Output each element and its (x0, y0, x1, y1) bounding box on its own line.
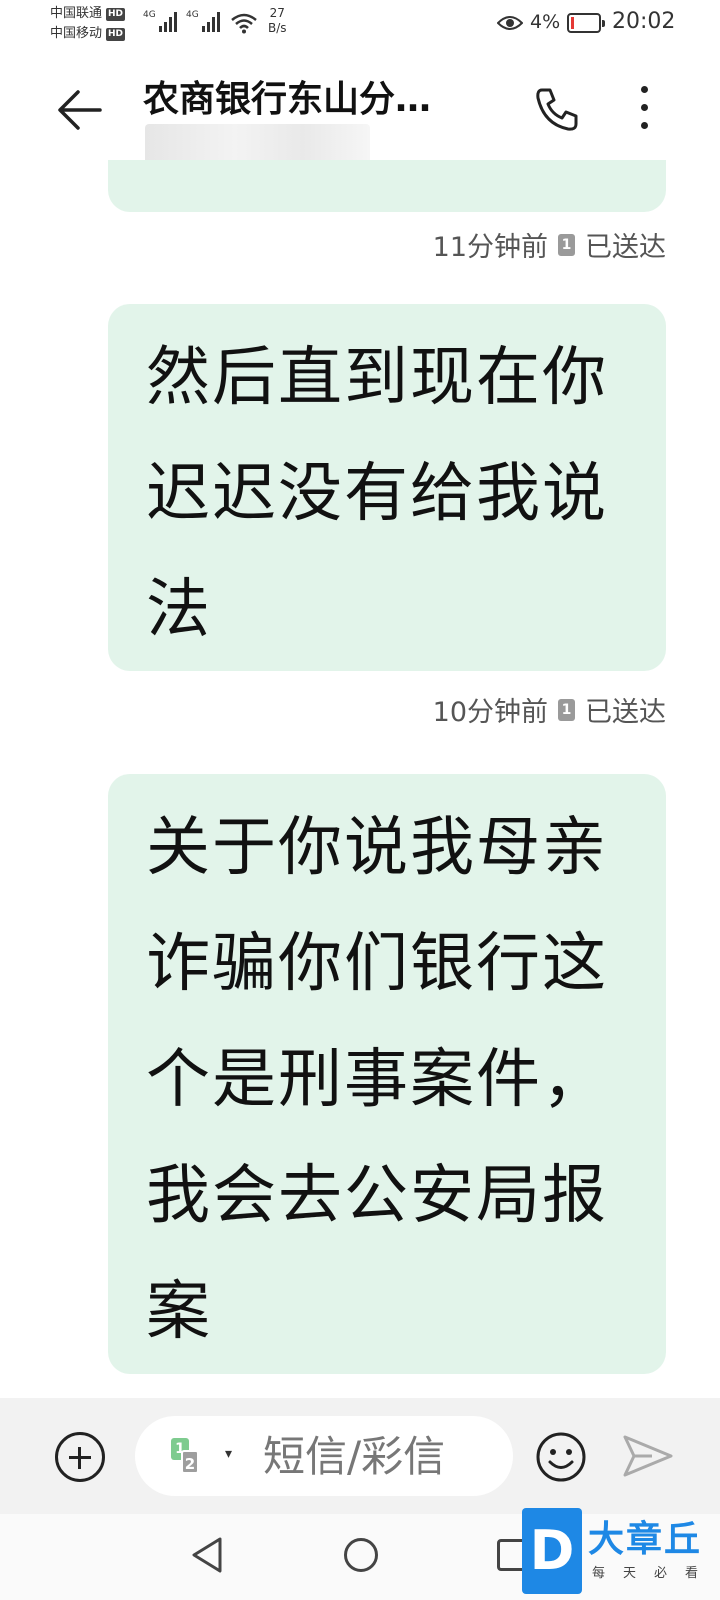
chevron-down-icon[interactable]: ▾ (225, 1446, 232, 1462)
redacted-number (145, 124, 370, 164)
eye-comfort-icon (497, 16, 523, 30)
wifi-icon (231, 13, 257, 34)
message-meta-2: 10分钟前 1 已送达 (433, 690, 666, 729)
message-bubble-3[interactable]: 关于你说我母亲诈骗你们银行这个是刑事案件，我会去公安局报案 (108, 774, 666, 1374)
status-clock: 20:02 (612, 9, 676, 34)
watermark-name: 大章丘 (588, 1519, 703, 1560)
message-input[interactable] (263, 1428, 503, 1484)
hd-badge-1: HD (106, 7, 126, 21)
signal-2-icon: 4G (186, 10, 220, 32)
battery-percent: 4% (530, 11, 561, 33)
conversation-header: 农商银行东山分… (0, 60, 720, 164)
contact-name: 农商银行东山分… (143, 79, 432, 120)
message-status-1: 已送达 (585, 232, 666, 263)
carrier-2-label: 中国移动 (50, 26, 103, 41)
message-time-2: 10分钟前 (432, 697, 548, 728)
smiley-icon[interactable] (535, 1431, 587, 1483)
nav-home-icon[interactable] (344, 1538, 378, 1572)
phone-icon[interactable] (532, 84, 582, 134)
message-text-2: 然后直到现在你迟迟没有给我说法 (146, 341, 608, 647)
more-vertical-icon[interactable] (636, 86, 652, 138)
message-status-2: 已送达 (585, 697, 666, 728)
message-list[interactable]: 11分钟前 1 已送达 然后直到现在你迟迟没有给我说法 10分钟前 1 已送达 … (0, 160, 720, 1398)
status-bar: 中国联通 HD 中国移动 HD 4G 4G 27 B/s 4% 20:02 (0, 0, 720, 48)
message-text-3: 关于你说我母亲诈骗你们银行这个是刑事案件，我会去公安局报案 (146, 811, 608, 1349)
watermark-logo-mark: D (522, 1508, 582, 1594)
carrier-info: 中国联通 HD 中国移动 HD (50, 4, 126, 44)
plus-circle-icon[interactable] (55, 1432, 105, 1482)
sim-1-icon: 1 (558, 233, 575, 256)
compose-bar: 1 2 ▾ (0, 1398, 720, 1514)
nav-back-icon[interactable] (190, 1536, 224, 1574)
message-time-1: 11分钟前 (432, 232, 548, 263)
message-bubble-2[interactable]: 然后直到现在你迟迟没有给我说法 (108, 304, 666, 671)
message-meta-1: 11分钟前 1 已送达 (433, 225, 666, 264)
sim-selector[interactable]: 1 2 (171, 1438, 211, 1476)
battery-icon (567, 13, 605, 33)
watermark-logo: D 大章丘 每天必看 (522, 1508, 720, 1600)
sim-secondary: 2 (181, 1450, 199, 1474)
send-icon[interactable] (622, 1434, 674, 1478)
hd-badge-2: HD (106, 27, 126, 41)
sim-2-icon: 1 (558, 698, 575, 721)
carrier-1-label: 中国联通 (50, 6, 103, 21)
network-speed: 27 B/s (268, 6, 287, 35)
watermark-slogan: 每天必看 (592, 1566, 717, 1581)
compose-field[interactable]: 1 2 ▾ (135, 1416, 513, 1496)
message-bubble-1[interactable] (108, 160, 666, 212)
signal-1-icon: 4G (143, 10, 177, 32)
arrow-left-icon[interactable] (52, 82, 108, 138)
